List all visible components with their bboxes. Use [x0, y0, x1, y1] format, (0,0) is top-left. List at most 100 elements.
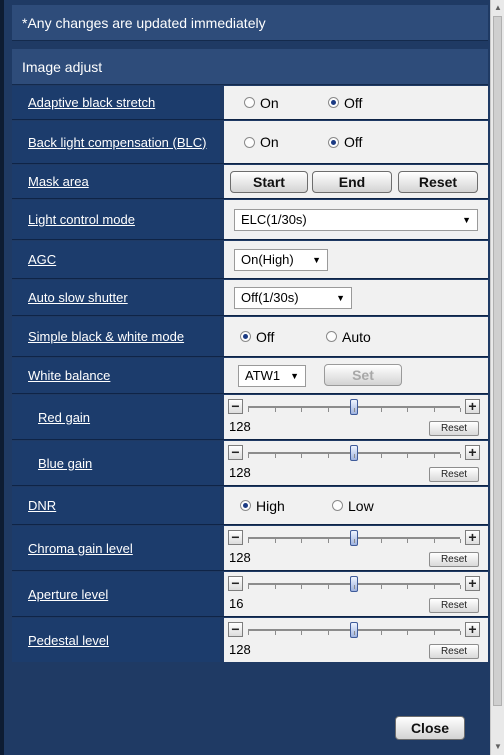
dnr-label[interactable]: DNR [12, 487, 220, 524]
minus-icon[interactable]: − [228, 622, 243, 637]
plus-icon[interactable]: + [465, 576, 480, 591]
simple-bw-off-radio[interactable]: Off [240, 329, 274, 345]
plus-icon[interactable]: + [465, 399, 480, 414]
radio-button-selected-icon[interactable] [240, 331, 251, 342]
plus-icon[interactable]: + [465, 445, 480, 460]
simple-bw-auto-radio[interactable]: Auto [326, 329, 371, 345]
white-balance-label[interactable]: White balance [12, 358, 220, 393]
pedestal-label[interactable]: Pedestal level [12, 618, 220, 662]
minus-icon[interactable]: − [228, 445, 243, 460]
blc-label[interactable]: Back light compensation (BLC) [12, 121, 220, 163]
slider-tick [301, 631, 302, 635]
blc-on-radio[interactable]: On [244, 134, 279, 150]
radio-button-selected-icon[interactable] [328, 97, 339, 108]
plus-icon[interactable]: + [465, 622, 480, 637]
auto-slow-shutter-row: Auto slow shutter Off(1/30s) ▼ [12, 280, 488, 316]
adaptive-black-stretch-on-radio[interactable]: On [244, 95, 279, 111]
minus-icon[interactable]: − [228, 399, 243, 414]
pedestal-slider[interactable]: − + 128 Reset [228, 621, 480, 661]
vertical-scrollbar[interactable]: ▲ ▼ [490, 0, 504, 755]
blue-gain-label[interactable]: Blue gain [12, 441, 220, 485]
adaptive-black-stretch-label[interactable]: Adaptive black stretch [12, 86, 220, 119]
red-gain-slider[interactable]: − + 128 Reset [228, 398, 480, 438]
slider-tick [407, 631, 408, 635]
simple-bw-mode-row: Simple black & white mode Off Auto [12, 317, 488, 357]
auto-slow-shutter-label[interactable]: Auto slow shutter [12, 280, 220, 315]
radio-button-icon[interactable] [332, 500, 343, 511]
white-balance-set-button[interactable]: Set [324, 364, 402, 386]
radio-button-icon[interactable] [326, 331, 337, 342]
slider-tick [301, 454, 302, 458]
slider-tick [354, 408, 355, 412]
slider-thumb[interactable] [350, 530, 358, 546]
close-button[interactable]: Close [395, 716, 465, 740]
blc-off-radio[interactable]: Off [328, 134, 362, 150]
blue-gain-value: 128 [229, 465, 251, 480]
slider-tick [407, 454, 408, 458]
dnr-high-radio[interactable]: High [240, 498, 285, 514]
slider-thumb[interactable] [350, 445, 358, 461]
section-title: Image adjust [12, 49, 488, 85]
scroll-up-arrow-icon[interactable]: ▲ [492, 1, 504, 15]
slider-tick [354, 539, 355, 543]
chroma-gain-row: Chroma gain level − + 128 Reset [12, 526, 488, 571]
slider-tick [274, 454, 276, 458]
mask-reset-button[interactable]: Reset [398, 171, 478, 193]
chroma-gain-label[interactable]: Chroma gain level [12, 526, 220, 570]
white-balance-row: White balance ATW1 ▼ Set [12, 358, 488, 394]
panel-footer: Close [12, 662, 488, 755]
radio-button-icon[interactable] [244, 136, 255, 148]
slider-tick [248, 631, 249, 635]
adaptive-black-stretch-off-radio[interactable]: Off [328, 95, 362, 111]
slider-tick [460, 585, 461, 589]
slider-thumb[interactable] [350, 399, 358, 415]
slider-tick [248, 585, 249, 589]
light-control-mode-label[interactable]: Light control mode [12, 200, 220, 239]
slider-tick [380, 408, 382, 412]
red-gain-row: Red gain − + 128 Reset [12, 395, 488, 440]
slider-tick [380, 631, 382, 635]
slider-tick [327, 454, 329, 458]
light-control-mode-row: Light control mode ELC(1/30s) ▼ [12, 200, 488, 240]
aperture-row: Aperture level − + 16 Reset [12, 572, 488, 617]
aperture-reset-button[interactable]: Reset [429, 598, 479, 613]
pedestal-reset-button[interactable]: Reset [429, 644, 479, 659]
radio-button-icon[interactable] [244, 97, 255, 108]
slider-tick [433, 631, 435, 635]
red-gain-label[interactable]: Red gain [12, 395, 220, 439]
light-control-mode-select[interactable]: ELC(1/30s) ▼ [234, 209, 478, 231]
agc-label[interactable]: AGC [12, 241, 220, 278]
plus-icon[interactable]: + [465, 530, 480, 545]
slider-tick [380, 454, 382, 458]
radio-button-selected-icon[interactable] [240, 500, 251, 511]
blue-gain-slider[interactable]: − + 128 Reset [228, 444, 480, 484]
slider-tick [433, 454, 435, 458]
auto-slow-shutter-select[interactable]: Off(1/30s) ▼ [234, 287, 352, 309]
slider-thumb[interactable] [350, 622, 358, 638]
aperture-slider[interactable]: − + 16 Reset [228, 575, 480, 615]
chroma-gain-slider[interactable]: − + 128 Reset [228, 529, 480, 569]
mask-end-button[interactable]: End [312, 171, 392, 193]
dnr-low-radio[interactable]: Low [332, 498, 374, 514]
scrollbar-thumb[interactable] [493, 16, 502, 706]
slider-tick [433, 539, 435, 543]
radio-button-selected-icon[interactable] [328, 136, 339, 148]
aperture-value: 16 [229, 596, 244, 611]
mask-start-button[interactable]: Start [230, 171, 308, 193]
chroma-gain-reset-button[interactable]: Reset [429, 552, 479, 567]
mask-area-label[interactable]: Mask area [12, 165, 220, 198]
blue-gain-reset-button[interactable]: Reset [429, 467, 479, 482]
slider-tick [327, 631, 329, 635]
slider-tick [380, 539, 382, 543]
white-balance-select[interactable]: ATW1 ▼ [238, 365, 306, 387]
scroll-down-arrow-icon[interactable]: ▼ [492, 740, 504, 754]
aperture-label[interactable]: Aperture level [12, 572, 220, 616]
dropdown-arrow-icon: ▼ [462, 215, 471, 225]
slider-tick [433, 585, 435, 589]
minus-icon[interactable]: − [228, 576, 243, 591]
minus-icon[interactable]: − [228, 530, 243, 545]
red-gain-reset-button[interactable]: Reset [429, 421, 479, 436]
simple-bw-mode-label[interactable]: Simple black & white mode [12, 317, 220, 356]
agc-select[interactable]: On(High) ▼ [234, 249, 328, 271]
slider-thumb[interactable] [350, 576, 358, 592]
